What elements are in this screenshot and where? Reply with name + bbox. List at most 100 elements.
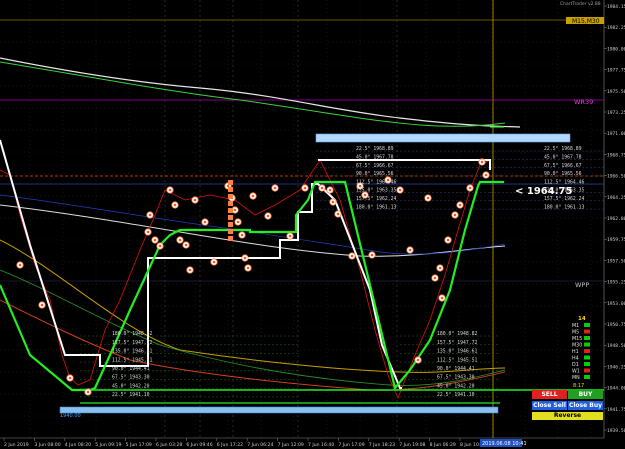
trade-marker-dot (480, 160, 484, 164)
fib-label-bottom-left: 112.5° 1945.51 (112, 357, 153, 363)
fib-label-top-left: 67.5° 1966.67 (356, 163, 394, 169)
trade-marker-dot (438, 266, 442, 270)
x-tick-label: 8 Jun 06:29 (430, 442, 456, 448)
trade-marker-dot (273, 186, 277, 190)
y-tick-label: 1971.00 (607, 131, 625, 137)
trade-marker-dot (320, 186, 324, 190)
timeframe-count: 14 (578, 316, 586, 322)
trade-marker-dot (148, 213, 152, 217)
fib-label-top-left: 180.0° 1961.13 (356, 204, 397, 210)
x-tick-label: 7 Jun 12:09 (278, 442, 304, 448)
y-tick-label: 1980.00 (607, 46, 625, 52)
buy-button[interactable]: BUY (568, 390, 603, 399)
timeframe-indicator (584, 323, 590, 327)
x-tick-label: 6 Jun 09:46 (186, 442, 212, 448)
trade-marker-dot (226, 184, 230, 188)
trade-marker-dot (173, 203, 177, 207)
timeframe-label: M15 (572, 336, 582, 342)
trade-marker-dot (331, 200, 335, 204)
trade-marker-dot (240, 233, 244, 237)
fib-label-bottom-right: 22.5° 1941.10 (437, 392, 475, 398)
fib-label-top-right: 112.5° 1964.46 (544, 179, 585, 185)
marker-stack-block (228, 208, 233, 213)
timeframe-indicator (584, 368, 590, 373)
trade-marker-dot (18, 263, 22, 267)
trade-marker-dot (416, 358, 420, 362)
timeframe-label: W1 (572, 369, 580, 375)
fib-label-bottom-left: 67.5° 1943.30 (112, 375, 150, 381)
fib-label-bottom-right: 112.5° 1945.51 (437, 357, 478, 363)
y-tick-label: 1941.75 (607, 407, 625, 413)
trade-marker-dot (328, 188, 332, 192)
timeframe-indicator (584, 375, 590, 379)
trade-marker-dot (188, 268, 192, 272)
fib-label-bottom-right: 157.5° 1947.72 (437, 340, 478, 346)
y-tick-label: 1950.75 (607, 322, 625, 328)
demand-zone-bottom (59, 406, 499, 414)
fib-label-bottom-left: 90.0° 1944.41 (112, 366, 150, 372)
price-chart[interactable]: 22.5° 1968.89 45.0° 1967.78 67.5° 1966.67 9… (0, 0, 625, 449)
fib-label-top-right: 90.0° 1965.56 (544, 171, 582, 177)
timeframe-label: D1 (572, 362, 579, 368)
trade-marker-dot (86, 390, 90, 394)
close-buy-button[interactable]: Close Buy (568, 401, 603, 410)
trade-marker-dot (184, 243, 188, 247)
marker-stack-block (228, 229, 233, 234)
fib-label-bottom-left: 22.5° 1941.10 (112, 392, 150, 398)
y-tick-label: 1948.50 (607, 343, 625, 349)
x-axis-labels: 2 Jun 2019 3 Jun 08:00 4 Jun 08:20 5 Jun 09… (3, 438, 486, 448)
fib-label-bottom-right: 135.0° 1946.61 (437, 349, 478, 355)
trade-marker-dot (193, 198, 197, 202)
trade-marker-dot (153, 238, 157, 242)
x-axis-highlight: 2019.06.08 10:41 (482, 441, 527, 447)
y-tick-label: 1984.15 (607, 4, 625, 10)
timeframe-indicator (584, 349, 590, 353)
marker-stack-block (228, 201, 233, 206)
fib-label-bottom-right: 45.0° 1942.20 (437, 383, 475, 389)
trade-marker-dot (336, 212, 340, 216)
trade-marker-dot (468, 186, 472, 190)
trade-marker-dot (158, 244, 162, 248)
timeframe-label: H4 (572, 356, 579, 362)
trade-marker-dot (178, 238, 182, 242)
trade-marker-dot (398, 188, 402, 192)
reverse-button[interactable]: Reverse (532, 412, 603, 420)
fib-label-bottom-left: 157.5° 1947.72 (112, 340, 153, 346)
current-price-readout: < 1964.75 (515, 186, 572, 197)
y-tick-label: 1962.00 (607, 216, 625, 222)
y-axis-labels: 1984.15 1982.25 1980.00 1977.75 1975.50 1973.… (604, 4, 625, 434)
fib-label-bottom-right: 67.5° 1943.30 (437, 375, 475, 381)
m15-m30-tag: M15,M30 (572, 18, 600, 25)
bar-timer: 8:17 (573, 383, 584, 389)
trade-marker-dot (266, 214, 270, 218)
price-axis (604, 0, 625, 449)
timeframe-indicator (584, 362, 590, 366)
wpp-tag: WPP (575, 281, 589, 289)
trade-marker-dot (40, 303, 44, 307)
supply-zone-top (315, 133, 571, 143)
trade-marker-dot (212, 260, 216, 264)
trade-marker-dot (251, 194, 255, 198)
y-tick-label: 1957.50 (607, 258, 625, 264)
trade-marker-dot (453, 213, 457, 217)
trade-marker-dot (440, 296, 444, 300)
close-sell-button[interactable]: Close Sell (532, 401, 567, 410)
left-price-tag: 1940.00 (60, 413, 81, 419)
y-tick-label: 1975.50 (607, 89, 625, 95)
y-tick-label: 1955.25 (607, 280, 625, 286)
fib-label-bottom-left: 45.0° 1942.20 (112, 383, 150, 389)
sell-button[interactable]: SELL (532, 390, 567, 399)
fib-label-bottom-right: 90.0° 1944.41 (437, 366, 475, 372)
trade-marker-dot (303, 186, 307, 190)
trade-marker-dot (168, 188, 172, 192)
watermark: ChartTrader v2.88 (560, 1, 601, 7)
trade-marker-dot (458, 203, 462, 207)
plot-area[interactable] (0, 0, 604, 438)
x-tick-label: 7 Jun 19:08 (399, 442, 425, 448)
y-tick-label: 1982.25 (607, 25, 625, 31)
marker-stack-block (228, 187, 233, 192)
y-tick-label: 1964.25 (607, 195, 625, 201)
timeframe-label: M5 (572, 330, 579, 336)
x-tick-label: 6 Jun 17:22 (217, 442, 243, 448)
fib-label-top-right: 67.5° 1966.67 (544, 163, 582, 169)
